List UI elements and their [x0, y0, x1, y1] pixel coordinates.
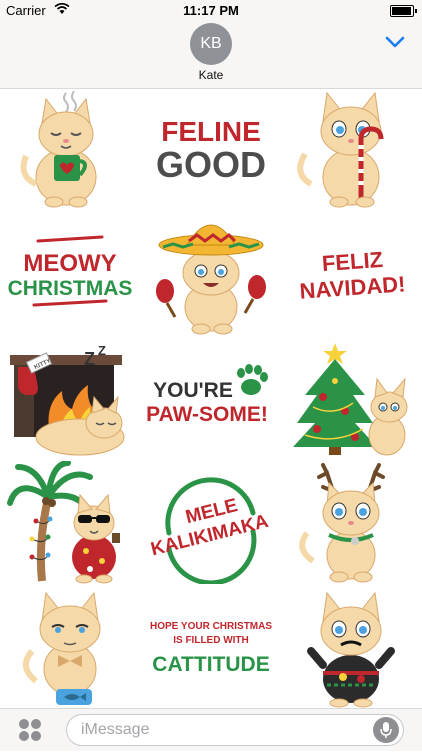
sticker-cat-ugly-sweater[interactable] — [283, 585, 422, 708]
sticker-text-line-2: PAW-SOME! — [146, 403, 268, 426]
sticker-cat-reindeer[interactable] — [283, 461, 422, 584]
sticker-text-line-1: FELINE — [161, 116, 261, 147]
sticker-grid: FELINE GOOD MEOWY CHRISTMAS FELIZ NAVIDA… — [0, 89, 422, 708]
message-input[interactable]: iMessage — [66, 714, 404, 746]
svg-text:Z: Z — [84, 349, 95, 369]
sticker-feline-good[interactable]: FELINE GOOD — [141, 89, 281, 212]
contact-name[interactable]: Kate — [0, 68, 422, 82]
sticker-cat-fireplace[interactable]: KITTY Z Z — [6, 337, 146, 460]
message-placeholder: iMessage — [81, 721, 150, 738]
battery-level — [392, 7, 411, 15]
microphone-icon[interactable] — [373, 717, 399, 743]
sticker-cat-bowtie[interactable] — [6, 585, 146, 708]
paw-icon — [237, 364, 268, 395]
sticker-text-line-1: HOPE YOUR CHRISTMAS — [150, 621, 272, 632]
chevron-down-icon[interactable] — [384, 34, 406, 50]
sticker-pawsome[interactable]: YOU'RE PAW-SOME! — [141, 337, 281, 460]
sticker-mele-kalikimaka[interactable]: MELE KALIKIMAKA — [141, 461, 281, 584]
sticker-text-line-1: YOU'RE — [153, 379, 233, 402]
sticker-cat-palm-tree[interactable] — [6, 461, 146, 584]
sticker-text-line-1: FELIZ — [321, 247, 384, 276]
sticker-text-line-2: NAVIDAD! — [299, 271, 406, 303]
sticker-text-line-2: IS FILLED WITH — [173, 635, 249, 646]
status-bar: Carrier 11:17 PM — [0, 0, 422, 22]
sticker-text-line-2: CHRISTMAS — [8, 277, 133, 300]
sticker-cat-cocoa[interactable] — [6, 89, 146, 212]
sticker-text-line-2: GOOD — [156, 144, 266, 185]
sticker-meowy-christmas[interactable]: MEOWY CHRISTMAS — [0, 213, 140, 336]
svg-text:Z: Z — [98, 343, 106, 358]
app-drawer-icon[interactable] — [16, 717, 44, 743]
sticker-cat-sombrero[interactable] — [141, 213, 281, 336]
sticker-feliz-navidad[interactable]: FELIZ NAVIDAD! — [283, 213, 422, 336]
input-bar: iMessage — [0, 708, 422, 751]
clock: 11:17 PM — [183, 3, 239, 18]
sticker-cat-candy-cane[interactable] — [283, 89, 422, 212]
conversation-header: KB Kate — [0, 22, 422, 89]
avatar[interactable]: KB — [190, 23, 232, 65]
sticker-cat-christmas-tree[interactable] — [283, 337, 422, 460]
sticker-text-line-3: CATTITUDE — [152, 653, 269, 676]
battery-icon — [390, 5, 417, 17]
sticker-cattitude[interactable]: HOPE YOUR CHRISTMAS IS FILLED WITH CATTI… — [141, 585, 281, 708]
sticker-text-line-1: MEOWY — [23, 250, 116, 277]
